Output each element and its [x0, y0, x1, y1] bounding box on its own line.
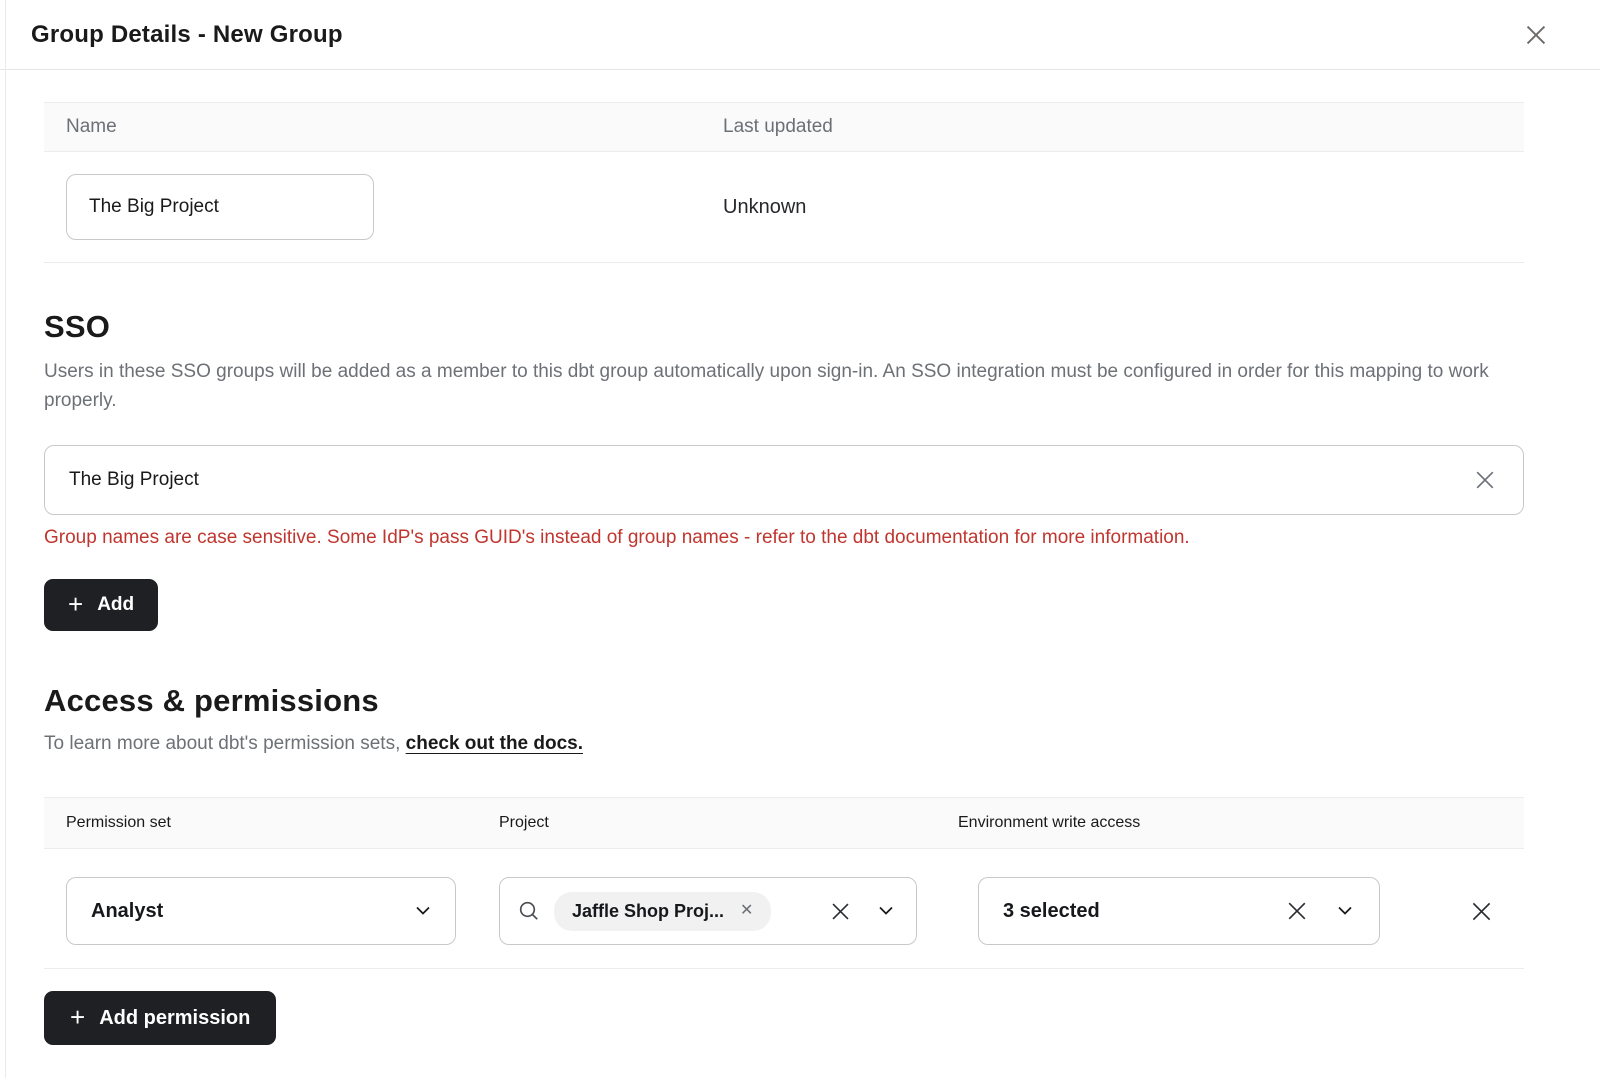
- sso-description: Users in these SSO groups will be added …: [44, 357, 1524, 415]
- plus-icon: +: [70, 1004, 85, 1030]
- project-cell: Jaffle Shop Proj... ✕: [499, 877, 958, 945]
- environment-multiselect[interactable]: 3 selected: [978, 877, 1380, 945]
- last-updated-column-header: Last updated: [723, 116, 1524, 138]
- access-heading: Access & permissions: [44, 683, 1524, 719]
- permission-set-cell: Analyst: [44, 877, 499, 945]
- environment-cell: 3 selected: [958, 877, 1438, 945]
- name-column-header: Name: [44, 116, 723, 138]
- environment-clear-button[interactable]: [1285, 899, 1309, 923]
- project-multiselect[interactable]: Jaffle Shop Proj... ✕: [499, 877, 917, 945]
- permissions-table: Permission set Project Environment write…: [44, 797, 1524, 969]
- chevron-down-icon: [415, 906, 431, 916]
- search-icon: [518, 900, 540, 922]
- clear-icon: [1473, 468, 1497, 492]
- permission-set-select[interactable]: Analyst: [66, 877, 456, 945]
- permission-row: Analyst Jaffle Shop Proj...: [44, 849, 1524, 969]
- environment-column-header: Environment write access: [958, 814, 1438, 832]
- sso-error-text: Group names are case sensitive. Some IdP…: [44, 527, 1524, 549]
- close-button[interactable]: [1519, 18, 1553, 52]
- add-permission-label: Add permission: [99, 1007, 250, 1030]
- add-button-label: Add: [97, 594, 134, 616]
- environment-select-actions: [1285, 899, 1353, 923]
- project-column-header: Project: [499, 814, 958, 832]
- clear-icon: [829, 900, 852, 923]
- docs-link[interactable]: check out the docs.: [406, 733, 583, 754]
- modal-content: Name Last updated Unknown SSO Users in t…: [0, 102, 1600, 1045]
- page-title: Group Details - New Group: [31, 21, 343, 49]
- project-chip-label: Jaffle Shop Proj...: [572, 901, 724, 922]
- chevron-down-icon[interactable]: [1337, 906, 1353, 916]
- name-table-header: Name Last updated: [44, 102, 1524, 152]
- sso-section: SSO Users in these SSO groups will be ad…: [44, 309, 1524, 631]
- plus-icon: +: [68, 591, 83, 617]
- close-icon: [1523, 22, 1549, 48]
- project-clear-button[interactable]: [829, 900, 852, 923]
- row-actions-cell: [1438, 899, 1524, 924]
- clear-icon: [1285, 899, 1309, 923]
- group-name-table: Name Last updated Unknown: [44, 102, 1524, 263]
- permissions-table-header: Permission set Project Environment write…: [44, 797, 1524, 849]
- remove-icon: [1469, 899, 1494, 924]
- sso-heading: SSO: [44, 309, 1524, 345]
- remove-permission-row-button[interactable]: [1469, 899, 1494, 924]
- sso-group-input[interactable]: [69, 469, 1473, 491]
- permission-set-column-header: Permission set: [44, 814, 499, 832]
- access-permissions-section: Access & permissions To learn more about…: [44, 683, 1524, 1045]
- environment-selected-value: 3 selected: [1003, 900, 1100, 923]
- name-cell: [44, 174, 723, 240]
- permission-set-value: Analyst: [91, 900, 163, 923]
- access-description: To learn more about dbt's permission set…: [44, 733, 1524, 755]
- modal-header: Group Details - New Group: [0, 0, 1600, 70]
- project-select-actions: [829, 900, 894, 923]
- add-sso-group-button[interactable]: + Add: [44, 579, 158, 631]
- project-chip[interactable]: Jaffle Shop Proj... ✕: [554, 892, 771, 931]
- table-row: Unknown: [44, 152, 1524, 263]
- sso-group-field: [44, 445, 1524, 515]
- last-updated-value: Unknown: [723, 196, 1524, 219]
- access-description-text: To learn more about dbt's permission set…: [44, 733, 406, 754]
- chip-remove-icon[interactable]: ✕: [740, 903, 753, 919]
- group-name-input[interactable]: [66, 174, 374, 240]
- modal-left-border: [5, 0, 6, 1078]
- chevron-down-icon[interactable]: [878, 906, 894, 916]
- add-permission-button[interactable]: + Add permission: [44, 991, 276, 1045]
- sso-clear-button[interactable]: [1473, 468, 1497, 492]
